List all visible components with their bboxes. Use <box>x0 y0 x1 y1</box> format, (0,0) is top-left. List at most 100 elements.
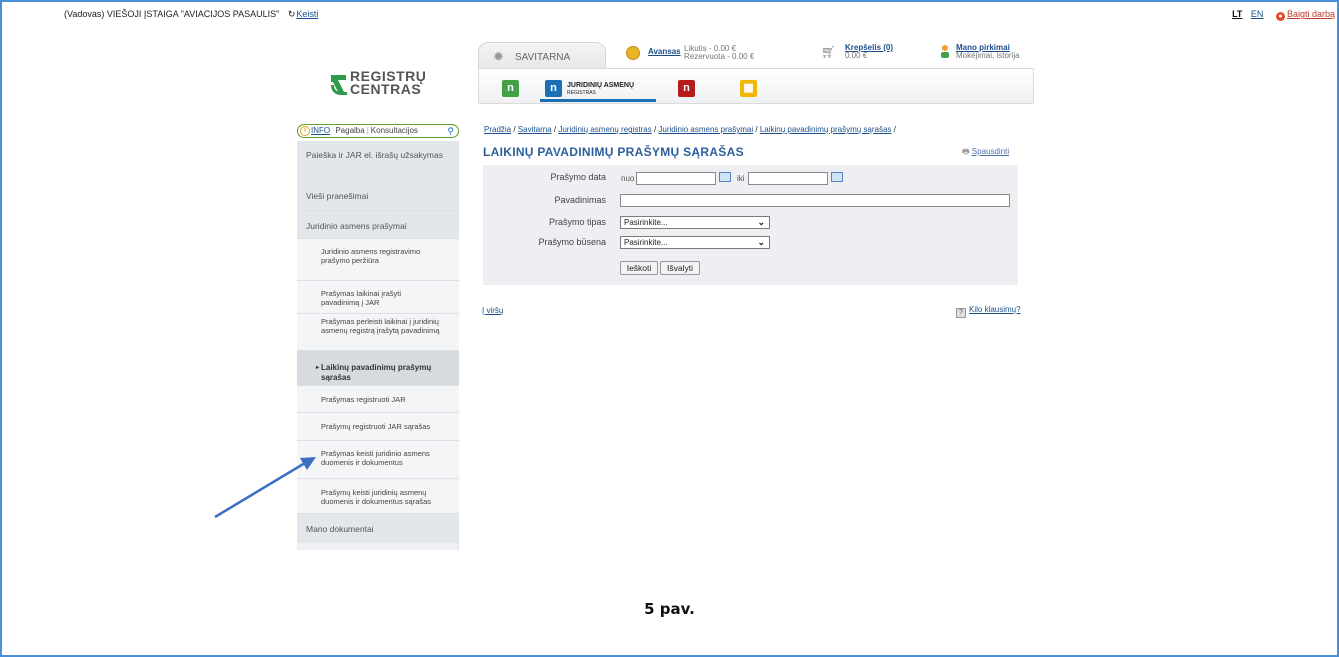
search-form: Prašymo data nuo iki Pavadinimas Prašymo… <box>483 165 1018 285</box>
services-header: ✹ SAVITARNA Avansas Likutis - 0.00 € Rez… <box>478 42 1034 104</box>
account-info: (Vadovas) VIEŠOJI ĮSTAIGA "AVIACIJOS PAS… <box>64 9 318 20</box>
logout-link[interactable]: Baigti darbą <box>1287 9 1335 19</box>
print-block: 🖶 Spausdinti <box>962 146 1009 160</box>
breadcrumb-separator: / <box>893 125 896 134</box>
sidebar-subitem-keisti-duomenis[interactable]: Prašymas keisti juridinio asmens duomeni… <box>297 441 459 479</box>
sidebar-item-label: Prašymas registruoti JAR <box>321 395 406 404</box>
purchases-subtitle: Mokėjimai, istorija <box>956 51 1020 60</box>
sidebar-subitem-registruoti-jar[interactable]: Prašymas registruoti JAR <box>297 386 459 413</box>
date-to-label: iki <box>737 174 745 183</box>
registry-label-line1: JURIDINIŲ ASMENŲ <box>567 82 635 89</box>
type-select[interactable]: Pasirinkite... ⌄ <box>620 216 770 229</box>
status-label: Prašymo būsena <box>538 237 606 247</box>
sidebar-item-label: Paieška ir JAR el. išrašų užsakymas <box>306 150 443 160</box>
registry-red-icon[interactable]: n <box>678 80 695 97</box>
user-role: (Vadovas) <box>64 9 105 19</box>
lang-lt-link[interactable]: LT <box>1232 9 1242 19</box>
logo-line-2: CENTRAS <box>350 81 422 97</box>
faq-link[interactable]: Kilo klausimų? <box>969 305 1021 314</box>
balance-reserved: Rezervuota - 0.00 € <box>684 52 755 61</box>
page-title: LAIKINŲ PAVADINIMŲ PRAŠYMŲ SĄRAŠAS <box>483 145 744 159</box>
registry-juridiniu-label[interactable]: JURIDINIŲ ASMENŲ REGISTRAS <box>567 82 634 97</box>
cart-block: Krepšelis (0) 0.00 € <box>845 44 893 60</box>
breadcrumb-item[interactable]: Pradžia <box>484 125 511 134</box>
sidebar-item-label: Juridinio asmens registravimo prašymo pe… <box>321 247 421 265</box>
sidebar-item-label: Mano dokumentai <box>306 524 374 534</box>
sidebar-item-paieska[interactable]: Paieška ir JAR el. išrašų užsakymas <box>297 141 459 180</box>
coins-icon <box>626 46 640 60</box>
sidebar-item-mano-dokumentai[interactable]: Mano dokumentai <box>297 514 459 542</box>
sidebar-item-label: Vieši pranešimai <box>306 191 369 201</box>
help-search-box[interactable]: i INFO Pagalba | Konsultacijos ⚲ <box>297 124 459 138</box>
calendar-icon[interactable] <box>719 172 731 182</box>
sidebar-item-ja-prasymai[interactable]: Juridinio asmens prašymai <box>297 211 459 239</box>
registry-green-icon[interactable]: n <box>502 80 519 97</box>
breadcrumb-separator: / <box>513 125 516 134</box>
sidebar-subitem-laikinu-sarasas[interactable]: ▸ Laikinų pavadinimų prašymų sąrašas <box>297 351 459 386</box>
clear-button[interactable]: Išvalyti <box>660 261 700 275</box>
lang-en-link[interactable]: EN <box>1251 9 1264 19</box>
sidebar-subitem-registruoti-jar-sarasas[interactable]: Prašymų registruoti JAR sąrašas <box>297 413 459 441</box>
sidebar-item-label: Prašymas perleisti laikinai į juridinių … <box>321 317 440 335</box>
tab-savitarna[interactable]: ✹ SAVITARNA <box>478 42 606 68</box>
power-icon: ● <box>1275 12 1285 21</box>
date-label: Prašymo data <box>550 172 606 182</box>
breadcrumb-separator: / <box>755 125 758 134</box>
balance-info: Likutis - 0.00 € Rezervuota - 0.00 € <box>684 45 754 61</box>
date-to-input[interactable] <box>748 172 828 185</box>
breadcrumb-item[interactable]: Juridinio asmens prašymai <box>658 125 753 134</box>
sidebar-item-viesi-pranesimai[interactable]: Vieši pranešimai <box>297 180 459 211</box>
search-icon[interactable]: ⚲ <box>447 125 454 137</box>
info-link[interactable]: INFO <box>311 126 330 135</box>
logo-mark-icon <box>331 75 347 95</box>
sidebar-subitem-registravimo-perziura[interactable]: Juridinio asmens registravimo prašymo pe… <box>297 239 459 281</box>
avansas-block: Avansas <box>648 48 681 56</box>
breadcrumb-item[interactable]: Savitarna <box>518 125 552 134</box>
name-input[interactable] <box>620 194 1010 207</box>
sidebar-item-label: Prašymas keisti juridinio asmens duomeni… <box>321 449 430 467</box>
sidebar-subitem-keisti-duomenis-sarasas[interactable]: Prašymų keisti juridinių asmenų duomenis… <box>297 479 459 514</box>
breadcrumb-item[interactable]: Laikinų pavadinimų prašymų sąrašas <box>760 125 892 134</box>
company-name: VIEŠOJI ĮSTAIGA "AVIACIJOS PASAULIS" <box>106 9 280 19</box>
figure-caption: 5 pav. <box>644 600 695 618</box>
sidebar: Paieška ir JAR el. išrašų užsakymas Vieš… <box>297 141 459 550</box>
printer-icon: 🖶 <box>962 147 970 156</box>
active-bullet-icon: ▸ <box>316 365 320 371</box>
breadcrumb-item[interactable]: Juridinių asmenų registras <box>558 125 651 134</box>
breadcrumb-separator: / <box>653 125 657 134</box>
sidebar-item-label: Juridinio asmens prašymai <box>306 221 407 231</box>
logo-text: REGISTRŲ CENTRAS <box>350 69 426 97</box>
back-to-top-link[interactable]: Į viršų <box>482 306 503 315</box>
status-select-value: Pasirinkite... <box>624 238 668 247</box>
registry-juridiniu-icon[interactable]: n <box>545 80 562 97</box>
breadcrumb-separator: / <box>553 125 557 134</box>
tab-savitarna-label: SAVITARNA <box>515 52 571 63</box>
date-from-input[interactable] <box>636 172 716 185</box>
date-from-label: nuo <box>621 174 635 183</box>
type-select-value: Pasirinkite... <box>624 218 668 227</box>
help-link[interactable]: Pagalba <box>335 126 364 135</box>
sidebar-item-label: Prašymų registruoti JAR sąrašas <box>321 422 431 431</box>
status-select[interactable]: Pasirinkite... ⌄ <box>620 236 770 249</box>
arrow-shaft <box>214 461 306 519</box>
breadcrumb: Pradžia / Savitarna / Juridinių asmenų r… <box>484 125 896 134</box>
consultations-link[interactable]: Konsultacijos <box>371 126 418 135</box>
top-bar: (Vadovas) VIEŠOJI ĮSTAIGA "AVIACIJOS PAS… <box>8 6 1335 21</box>
sidebar-item-label: Prašymų keisti juridinių asmenų duomenis… <box>321 488 432 506</box>
avansas-link[interactable]: Avansas <box>648 47 681 56</box>
top-right-links: LT EN ● Baigti darbą <box>1226 9 1335 21</box>
sidebar-subitem-perleisti[interactable]: Prašymas perleisti laikinai į juridinių … <box>297 314 459 351</box>
chevron-down-icon: ⌄ <box>757 217 765 227</box>
calendar-icon[interactable] <box>831 172 843 182</box>
registru-centras-logo[interactable]: REGISTRŲ CENTRAS <box>328 69 426 98</box>
user-icon <box>941 45 949 58</box>
sidebar-subitem-laikinai-irasyti[interactable]: Prašymas laikinai įrašyti pavadinimą į J… <box>297 281 459 314</box>
refresh-icon: ↻ <box>287 9 296 19</box>
registry-yellow-icon[interactable]: ▦ <box>740 80 757 97</box>
search-button[interactable]: Ieškoti <box>620 261 658 275</box>
print-link[interactable]: Spausdinti <box>972 147 1009 156</box>
faq-block: ? Kilo klausimų? <box>956 305 1021 318</box>
change-account-link[interactable]: Keisti <box>296 9 318 19</box>
sidebar-item-label: Laikinų pavadinimų prašymų sąrašas <box>321 363 432 382</box>
name-label: Pavadinimas <box>554 195 606 205</box>
